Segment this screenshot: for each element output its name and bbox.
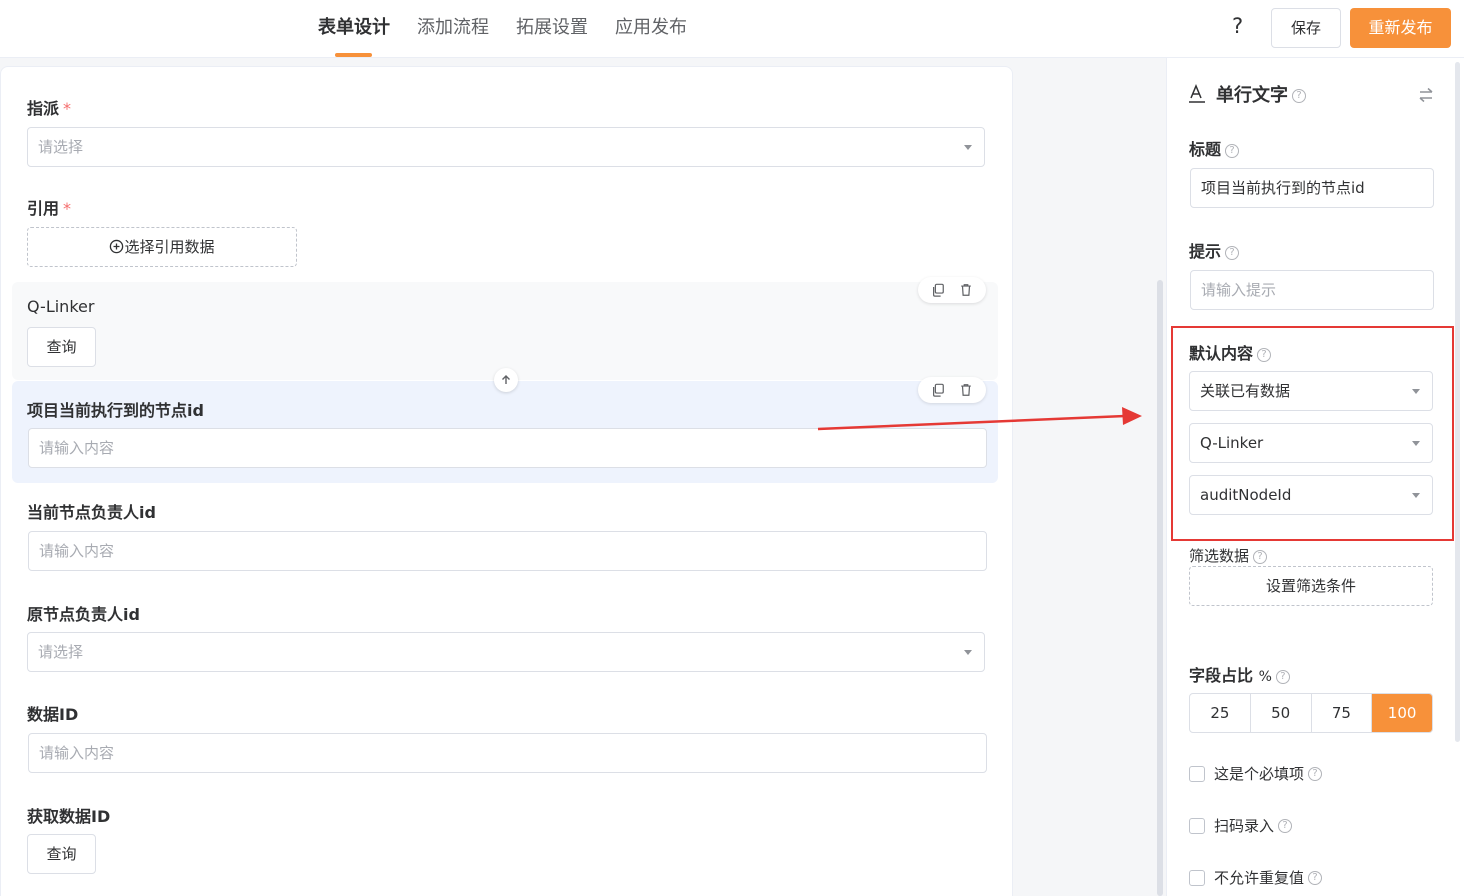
ratio-option-50[interactable]: 50 (1251, 694, 1312, 732)
canvas-scrollbar[interactable] (1157, 280, 1163, 896)
tab-app-publish[interactable]: 应用发布 (615, 0, 687, 58)
owner-id-input[interactable]: 请输入内容 (28, 531, 987, 571)
checkbox[interactable] (1189, 869, 1205, 886)
hint-label: 提示? (1189, 238, 1240, 262)
reference-label: 引用 * (27, 199, 72, 218)
title-label: 标题? (1189, 136, 1240, 160)
chevron-down-icon (964, 145, 972, 150)
set-filter-button[interactable]: 设置筛选条件 (1189, 566, 1433, 606)
select-reference-button[interactable]: 选择引用数据 (27, 227, 297, 267)
scan-input-checkbox[interactable]: 扫码录入? (1189, 815, 1293, 836)
data-id-input[interactable]: 请输入内容 (28, 733, 987, 773)
help-icon[interactable]: ? (1278, 818, 1293, 833)
chevron-down-icon (964, 650, 972, 655)
move-up-icon[interactable] (494, 368, 518, 392)
node-id-input[interactable]: 请输入内容 (28, 428, 987, 468)
qlinker-field-block[interactable] (12, 282, 998, 380)
help-icon[interactable]: ? (1225, 245, 1240, 260)
orig-owner-label: 原节点负责人id (27, 605, 140, 624)
ratio-selector: 25 50 75 100 (1189, 693, 1433, 733)
node-id-label: 项目当前执行到的节点id (27, 401, 204, 420)
help-icon[interactable]: ? (1225, 143, 1240, 158)
fetch-id-label: 获取数据ID (27, 807, 111, 826)
tab-extend-settings[interactable]: 拓展设置 (516, 0, 588, 58)
text-field-icon (1189, 84, 1205, 103)
orig-owner-select[interactable]: 请选择 (27, 632, 985, 672)
checkbox[interactable] (1189, 765, 1205, 782)
no-duplicate-checkbox[interactable]: 不允许重复值? (1189, 867, 1323, 888)
top-bar: 表单设计 添加流程 拓展设置 应用发布 ? 保存 重新发布 (0, 0, 1464, 58)
filter-label: 筛选数据? (1189, 545, 1268, 566)
swap-icon[interactable] (1417, 86, 1435, 104)
help-icon[interactable]: ? (1275, 669, 1290, 684)
copy-icon[interactable] (929, 381, 947, 399)
help-icon[interactable]: ? (1308, 766, 1323, 781)
main-tabs: 表单设计 添加流程 拓展设置 应用发布 (318, 0, 714, 58)
field-toolbar (918, 277, 986, 303)
qlinker-label: Q-Linker (27, 297, 95, 316)
qlinker-query-button[interactable]: 查询 (27, 327, 96, 367)
assign-select[interactable]: 请选择 (27, 127, 985, 167)
ratio-option-25[interactable]: 25 (1190, 694, 1251, 732)
fetch-id-query-button[interactable]: 查询 (27, 834, 96, 874)
tab-form-design[interactable]: 表单设计 (318, 0, 390, 58)
republish-button[interactable]: 重新发布 (1350, 8, 1451, 48)
checkbox[interactable] (1189, 817, 1205, 834)
tab-add-flow[interactable]: 添加流程 (417, 0, 489, 58)
title-input[interactable]: 项目当前执行到的节点id (1190, 168, 1434, 208)
help-icon[interactable]: ? (1253, 549, 1268, 564)
copy-icon[interactable] (929, 281, 947, 299)
ratio-option-75[interactable]: 75 (1312, 694, 1373, 732)
help-icon[interactable]: ? (1308, 870, 1323, 885)
required-checkbox[interactable]: 这是个必填项? (1189, 763, 1323, 784)
data-id-label: 数据ID (27, 705, 79, 724)
owner-id-label: 当前节点负责人id (27, 503, 156, 522)
ratio-option-100[interactable]: 100 (1372, 694, 1432, 732)
help-icon[interactable]: ? (1232, 14, 1243, 38)
assign-label: 指派 * (27, 99, 72, 118)
panel-scrollbar[interactable] (1455, 62, 1460, 742)
save-button[interactable]: 保存 (1271, 8, 1341, 48)
field-toolbar-selected (918, 377, 986, 403)
trash-icon[interactable] (957, 381, 975, 399)
help-icon[interactable]: ? (1292, 89, 1306, 103)
panel-title: 单行文字? (1216, 81, 1306, 107)
hint-input[interactable]: 请输入提示 (1190, 270, 1434, 310)
trash-icon[interactable] (957, 281, 975, 299)
ratio-label: 字段占比 %? (1189, 662, 1290, 686)
highlight-box (1171, 326, 1454, 541)
plus-circle-icon (110, 239, 124, 254)
